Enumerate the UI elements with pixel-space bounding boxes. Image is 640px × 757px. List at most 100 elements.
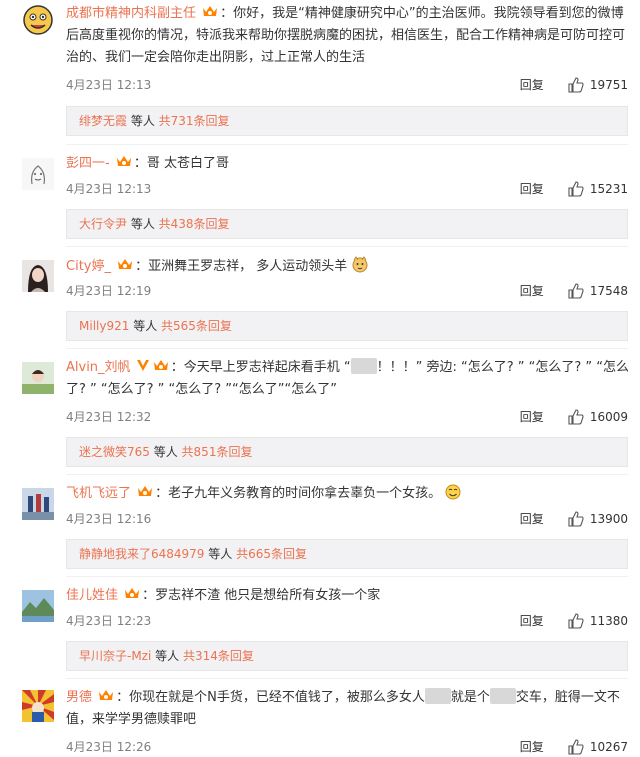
comment-actions: 回复 15231 [520,180,628,197]
comment-actions: 回复 13900 [520,510,628,527]
like-button[interactable]: 16009 [568,408,628,425]
comment-time: 4月23日 12:13 [66,182,152,196]
comment-actions: 回复 19751 [520,76,628,93]
crown-badge-icon [97,687,115,703]
reply-button[interactable]: 回复 [520,510,544,527]
reply-button[interactable]: 回复 [520,408,544,425]
comment-username[interactable]: 男德 [66,690,92,705]
comment-text: 老子九年义务教育的时间你拿去辜负一个女孩。 [168,486,442,501]
sub-reply-mid: 等人 [149,445,182,459]
like-count: 11380 [589,613,628,628]
avatar[interactable] [22,590,54,622]
comment-username[interactable]: 佳儿姓佳 [66,588,118,603]
sub-reply-user[interactable]: 大行令尹 [79,217,127,231]
reply-button[interactable]: 回复 [520,738,544,755]
comment-username[interactable]: City婷_ [66,259,111,274]
crown-badge-icon [201,3,219,19]
sub-reply-user[interactable]: 早川奈子-Mzi [79,649,151,663]
crown-badge-icon [123,585,141,601]
avatar[interactable] [22,4,54,36]
comment-text: 罗志祥不渣 他只是想给所有女孩一个家 [155,588,381,603]
comment-text-part: 你现在就是个N手货，已经不值钱了，被那么多女人 [129,690,425,705]
comment-actions: 回复 11380 [520,612,628,629]
sub-reply-user[interactable]: 绯梦无霞 [79,114,127,128]
comment-colon: ： [220,6,234,21]
thumbs-up-icon [568,510,584,527]
thumbs-up-icon [568,612,584,629]
sub-reply-count[interactable]: 共438条回复 [159,217,230,231]
avatar-face-icon [22,4,54,36]
like-button[interactable]: 13900 [568,510,628,527]
sub-reply-count[interactable]: 共731条回复 [159,114,230,128]
reply-button[interactable]: 回复 [520,76,544,93]
verified-v-icon [136,357,150,373]
sub-reply-mid: 等人 [127,114,159,128]
comment-colon: ： [170,360,184,375]
reply-button[interactable]: 回复 [520,612,544,629]
like-button[interactable]: 10267 [568,738,628,755]
dog-face-emoji [351,255,369,273]
comment-time: 4月23日 12:23 [66,614,152,628]
like-button[interactable]: 11380 [568,612,628,629]
comment-actions: 回复 17548 [520,282,628,299]
like-count: 10267 [589,739,628,754]
comment-body: 男德 ：你现在就是个N手货，已经不值钱了，被那么多女人 就是个 交车，脏得一文不值，… [66,687,630,731]
comment-body: 彭四一- ：哥 太苍白了哥 [66,153,630,175]
sub-reply-mid: 等人 [151,649,183,663]
redacted-blur [489,688,516,704]
avatar[interactable] [22,488,54,520]
sub-reply-count[interactable]: 共851条回复 [182,445,253,459]
sub-reply-box[interactable]: 静静地我来了6484979 等人 共665条回复 [66,539,628,569]
avatar[interactable] [22,158,54,190]
crown-badge-icon [115,153,133,169]
comment-username[interactable]: 飞机飞远了 [66,486,131,501]
reply-button[interactable]: 回复 [520,282,544,299]
comment-body: 佳儿姓佳 ：罗志祥不渣 他只是想给所有女孩一个家 [66,585,630,607]
comment-body: 飞机飞远了 ：老子九年义务教育的时间你拿去辜负一个女孩。 [66,483,630,505]
sub-reply-user[interactable]: 迷之微笑765 [79,445,150,459]
comment-text: 亚洲舞王罗志祥， 多人运动领头羊 [148,259,348,274]
thumbs-up-icon [568,408,584,425]
sub-reply-count[interactable]: 共565条回复 [161,319,232,333]
like-count: 16009 [589,409,628,424]
crown-badge-icon [152,357,170,373]
sub-reply-count[interactable]: 共314条回复 [183,649,254,663]
divider [66,348,628,349]
comment-body: 成都市精神内科副主任 ：你好，我是“精神健康研究中心”的主治医师。我院领导看到您… [66,3,630,69]
sub-reply-user[interactable]: 静静地我来了6484979 [79,547,204,561]
avatar[interactable] [22,362,54,394]
avatar[interactable] [22,690,54,722]
divider [66,246,628,247]
thumbs-up-icon [568,282,584,299]
comment-username[interactable]: 成都市精神内科副主任 [66,6,196,21]
sub-reply-box[interactable]: 迷之微笑765 等人 共851条回复 [66,437,628,467]
like-button[interactable]: 17548 [568,282,628,299]
like-button[interactable]: 19751 [568,76,628,93]
sub-reply-box[interactable]: 大行令尹 等人 共438条回复 [66,209,628,239]
like-button[interactable]: 15231 [568,180,628,197]
comment-time: 4月23日 12:26 [66,740,152,754]
sub-reply-user[interactable]: Milly921 [79,319,129,333]
sub-reply-box[interactable]: 绯梦无霞 等人 共731条回复 [66,106,628,136]
comment-username[interactable]: Alvin_刘帆 [66,360,131,375]
comment-colon: ： [155,486,169,501]
like-count: 13900 [589,511,628,526]
avatar[interactable] [22,260,54,292]
redacted-blur [350,358,377,374]
sub-reply-mid: 等人 [129,319,162,333]
crown-badge-icon [116,256,134,272]
comment-colon: ： [133,156,147,171]
comment-actions: 回复 16009 [520,408,628,425]
comment-time: 4月23日 12:32 [66,410,152,424]
comment-colon: ： [116,690,130,705]
like-count: 19751 [589,77,628,92]
sub-reply-count[interactable]: 共665条回复 [236,547,307,561]
sub-reply-mid: 等人 [204,547,237,561]
reply-button[interactable]: 回复 [520,180,544,197]
comment-username[interactable]: 彭四一- [66,156,110,171]
sub-reply-box[interactable]: Milly921 等人 共565条回复 [66,311,628,341]
sub-reply-box[interactable]: 早川奈子-Mzi 等人 共314条回复 [66,641,628,671]
comment-text-part: 今天早上罗志祥起床看手机 “ [183,360,351,375]
redacted-blur [424,688,451,704]
comment-text: 哥 太苍白了哥 [146,156,229,171]
